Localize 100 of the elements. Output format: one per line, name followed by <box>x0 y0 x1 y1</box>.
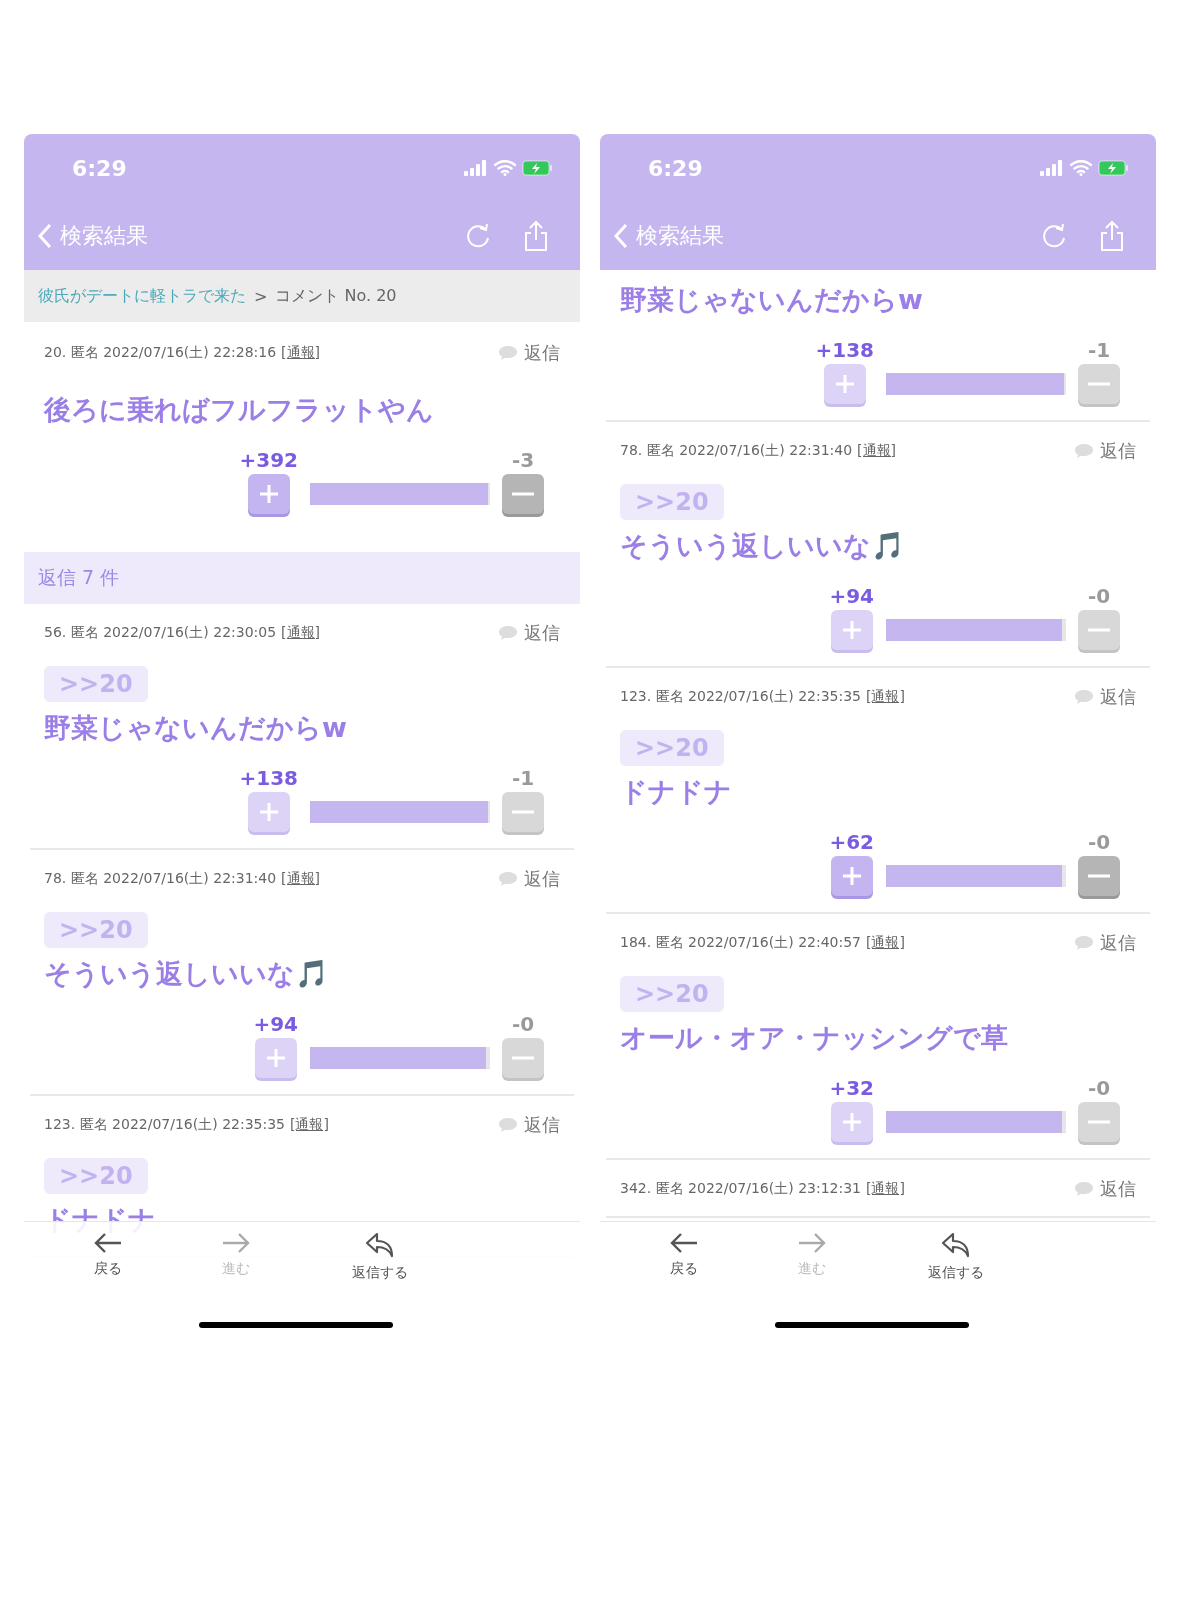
downvote-button[interactable] <box>502 1038 544 1078</box>
upvote-button[interactable] <box>254 1038 297 1078</box>
report-link[interactable]: [通報] <box>857 442 897 460</box>
signal-icon <box>464 160 488 176</box>
reply-button[interactable]: 返信 <box>1074 931 1136 955</box>
upvote-button[interactable] <box>823 364 866 404</box>
plus-icon <box>841 866 862 886</box>
upvote-count: +62 <box>829 830 874 854</box>
reply-button[interactable]: 返信 <box>498 867 560 891</box>
downvote-button[interactable] <box>1078 856 1120 896</box>
minus-icon <box>1088 628 1110 632</box>
comment-meta: 78. 匿名 2022/07/16(土) 22:31:40 <box>620 442 853 460</box>
refresh-icon <box>464 222 492 250</box>
upvote-count: +138 <box>239 766 298 790</box>
plus-icon <box>258 484 279 504</box>
battery-charging-icon <box>522 160 554 176</box>
comment-meta: 20. 匿名 2022/07/16(土) 22:28:16 <box>44 344 277 362</box>
refresh-icon <box>1040 222 1068 250</box>
speech-bubble-icon <box>1074 1181 1094 1197</box>
plus-icon <box>834 374 855 394</box>
toolbar-button[interactable]: 戻る <box>620 1222 748 1340</box>
upvote-button[interactable] <box>247 792 290 832</box>
report-link[interactable]: [通報] <box>866 1180 905 1198</box>
downvote-count: -0 <box>1087 1076 1111 1100</box>
comment-meta: 78. 匿名 2022/07/16(土) 22:31:40 <box>44 870 277 888</box>
toolbar-button[interactable]: 返信する <box>876 1222 1036 1340</box>
breadcrumb-separator: > <box>254 286 268 306</box>
report-link[interactable]: [通報] <box>281 870 321 888</box>
minus-icon <box>512 492 534 496</box>
comment-meta: 342. 匿名 2022/07/16(土) 23:12:31 <box>620 1180 861 1198</box>
speech-bubble-icon <box>498 871 518 887</box>
speech-bubble-icon <box>498 345 518 361</box>
wifi-icon <box>1070 160 1092 176</box>
reply-button[interactable]: 返信 <box>1074 685 1136 709</box>
downvote-button[interactable] <box>1078 1102 1120 1142</box>
minus-icon <box>1088 874 1110 878</box>
minus-icon <box>1088 382 1110 386</box>
downvote-count: -3 <box>511 448 535 472</box>
comment-meta: 123. 匿名 2022/07/16(土) 22:35:35 <box>44 1116 285 1134</box>
report-link[interactable]: [通報] <box>281 344 321 362</box>
comment-text: ドナドナ <box>620 775 733 809</box>
report-link[interactable]: [通報] <box>281 624 321 642</box>
comment-meta: 184. 匿名 2022/07/16(土) 22:40:57 <box>620 934 861 952</box>
downvote-count: -0 <box>1087 830 1111 854</box>
upvote-count: +392 <box>239 448 298 472</box>
report-link[interactable]: [通報] <box>290 1116 329 1134</box>
upvote-count: +94 <box>253 1012 298 1036</box>
comment-text: 野菜じゃないんだからw <box>44 711 348 745</box>
downvote-button[interactable] <box>1078 610 1120 650</box>
upvote-button[interactable] <box>830 610 873 650</box>
status-time: 6:29 <box>72 155 128 181</box>
report-link[interactable]: [通報] <box>866 688 905 706</box>
speech-bubble-icon <box>498 625 518 641</box>
downvote-button[interactable] <box>502 474 544 514</box>
downvote-count: -0 <box>511 1012 535 1036</box>
upvote-count: +138 <box>815 338 874 362</box>
reply-icon <box>365 1232 395 1258</box>
plus-icon <box>258 802 279 822</box>
downvote-count: -0 <box>1087 584 1111 608</box>
battery-charging-icon <box>1098 160 1130 176</box>
reply-button[interactable]: 返信 <box>498 341 560 365</box>
speech-bubble-icon <box>1074 935 1094 951</box>
report-link[interactable]: [通報] <box>866 934 905 952</box>
comment-meta: 123. 匿名 2022/07/16(土) 22:35:35 <box>620 688 861 706</box>
plus-icon <box>841 620 862 640</box>
toolbar-button[interactable]: 返信する <box>300 1222 460 1340</box>
upvote-button[interactable] <box>830 1102 873 1142</box>
downvote-count: -1 <box>511 766 535 790</box>
minus-icon <box>512 810 534 814</box>
back-arrow-icon <box>669 1232 699 1254</box>
downvote-count: -1 <box>1087 338 1111 362</box>
upvote-button[interactable] <box>247 474 290 514</box>
forward-arrow-icon <box>797 1232 827 1254</box>
speech-bubble-icon <box>1074 443 1094 459</box>
signal-icon <box>1040 160 1064 176</box>
thread-link[interactable]: 彼氏がデートに軽トラで来た <box>38 285 246 307</box>
reply-button[interactable]: 返信 <box>1074 439 1136 463</box>
downvote-button[interactable] <box>1078 364 1120 404</box>
reply-count[interactable]: 返信 7 件 <box>38 565 120 591</box>
downvote-button[interactable] <box>502 792 544 832</box>
comment-text: そういう返しいいな🎵 <box>44 957 330 991</box>
plus-icon <box>265 1048 286 1068</box>
upvote-count: +94 <box>829 584 874 608</box>
minus-icon <box>1088 1120 1110 1124</box>
comment-text: そういう返しいいな🎵 <box>620 529 906 563</box>
reply-button[interactable]: 返信 <box>498 1113 560 1137</box>
comment-text: 野菜じゃないんだからw <box>620 283 924 317</box>
chevron-left-icon <box>38 223 52 249</box>
toolbar-button[interactable]: 戻る <box>44 1222 172 1340</box>
plus-icon <box>841 1112 862 1132</box>
share-icon <box>522 220 550 252</box>
speech-bubble-icon <box>1074 689 1094 705</box>
forward-arrow-icon <box>221 1232 251 1254</box>
reply-button[interactable]: 返信 <box>498 621 560 645</box>
back-arrow-icon <box>93 1232 123 1254</box>
upvote-count: +32 <box>829 1076 874 1100</box>
share-icon <box>1098 220 1126 252</box>
reply-button[interactable]: 返信 <box>1074 1177 1136 1201</box>
upvote-button[interactable] <box>830 856 873 896</box>
status-time: 6:29 <box>648 155 704 181</box>
